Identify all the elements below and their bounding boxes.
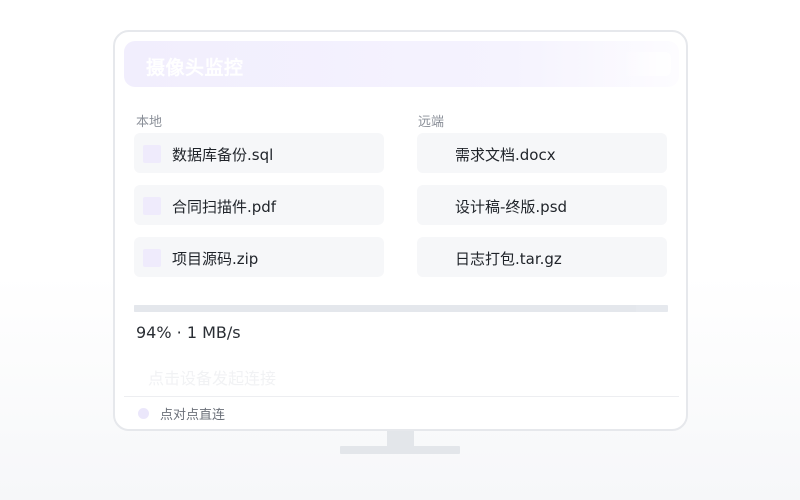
transfer-speed: 94% · 1 MB/s — [136, 323, 241, 342]
file-name: 设计稿-终版.psd — [455, 198, 568, 216]
transfer-progress-fill — [134, 305, 636, 312]
local-file-item[interactable]: 合同扫描件.pdf — [134, 185, 384, 225]
monitor-stand-base — [340, 446, 460, 454]
title-bar-controls — [621, 52, 671, 76]
transfer-progress-bar — [134, 305, 668, 312]
remote-file-item[interactable]: 需求文档.docx — [417, 133, 667, 173]
remote-file-item[interactable]: 日志打包.tar.gz — [417, 237, 667, 277]
remote-file-item[interactable]: 设计稿-终版.psd — [417, 185, 667, 225]
file-name: 日志打包.tar.gz — [455, 250, 562, 268]
monitor-screen: 摄像头监控 本地 远端 数据库备份.sql 合同扫描件.pdf 项目源码.zip… — [113, 30, 688, 431]
divider — [124, 396, 679, 397]
window-title: 摄像头监控 — [146, 57, 244, 79]
file-name: 项目源码.zip — [172, 250, 259, 268]
file-icon — [143, 249, 161, 267]
monitor-stand-neck — [387, 431, 414, 447]
local-column-label: 本地 — [136, 115, 163, 130]
file-name: 数据库备份.sql — [172, 146, 274, 164]
title-bar: 摄像头监控 — [124, 41, 679, 87]
connection-mode-label: 点对点直连 — [160, 408, 226, 423]
local-file-item[interactable]: 项目源码.zip — [134, 237, 384, 277]
file-icon — [143, 145, 161, 163]
remote-column-label: 远端 — [418, 115, 445, 130]
file-name: 合同扫描件.pdf — [172, 198, 277, 216]
file-name: 需求文档.docx — [455, 146, 556, 164]
file-icon — [143, 197, 161, 215]
local-file-item[interactable]: 数据库备份.sql — [134, 133, 384, 173]
connect-hint[interactable]: 点击设备发起连接 — [148, 365, 276, 389]
status-dot-icon — [138, 408, 149, 419]
